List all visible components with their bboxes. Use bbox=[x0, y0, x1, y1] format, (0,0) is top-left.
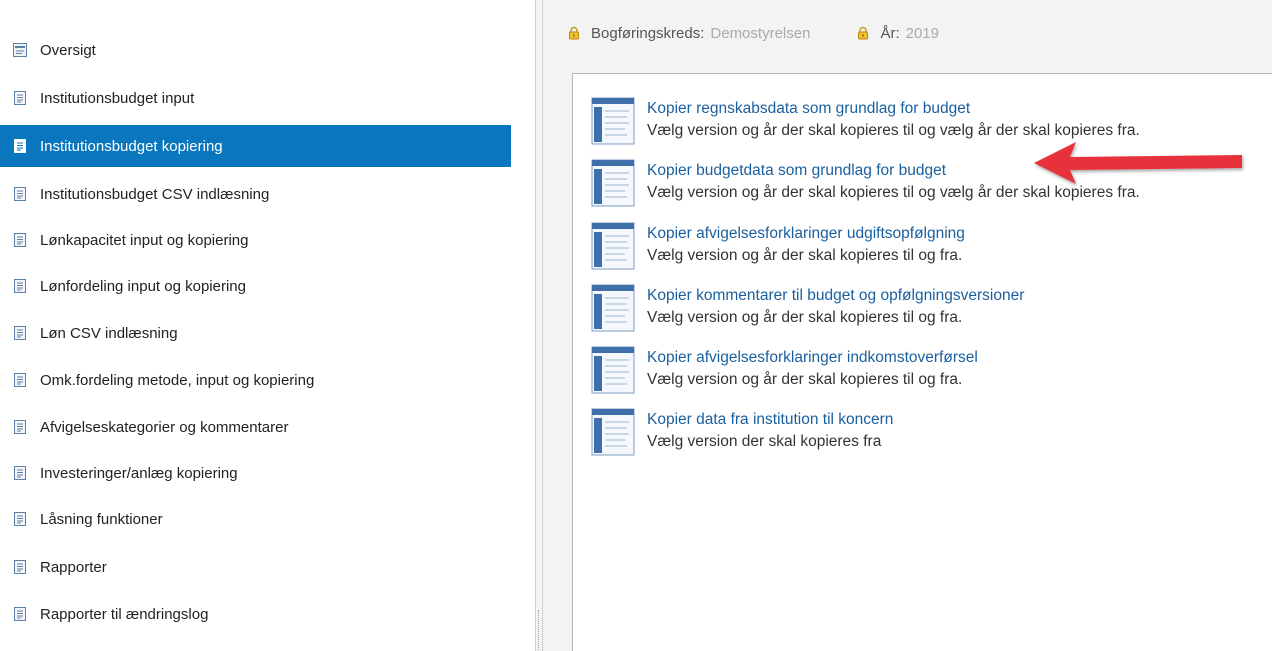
task-title-link[interactable]: Kopier data fra institution til koncern bbox=[647, 409, 893, 431]
document-icon bbox=[12, 138, 28, 154]
sidebar-item-rapporter-aendringslog[interactable]: Rapporter til ændringslog bbox=[0, 593, 511, 635]
task-title-link[interactable]: Kopier afvigelsesforklaringer udgiftsopf… bbox=[647, 223, 965, 245]
document-icon bbox=[12, 232, 28, 248]
sidebar-item-label: Omk.fordeling metode, input og kopiering bbox=[40, 371, 315, 389]
task-item[interactable]: Kopier kommentarer til budget og opfølgn… bbox=[591, 284, 1271, 340]
context-bar: Bogføringskreds: Demostyrelsen År: 2019 bbox=[567, 22, 985, 44]
sidebar-item-label: Løn CSV indlæsning bbox=[40, 324, 178, 342]
task-description: Vælg version og år der skal kopieres til… bbox=[647, 184, 1140, 201]
bogforingskreds-value: Demostyrelsen bbox=[710, 24, 811, 42]
document-icon bbox=[12, 465, 28, 481]
sidebar-item-omkfordeling[interactable]: Omk.fordeling metode, input og kopiering bbox=[0, 359, 511, 401]
sidebar-item-label: Institutionsbudget input bbox=[40, 89, 195, 107]
sidebar-item-lonkapacitet[interactable]: Lønkapacitet input og kopiering bbox=[0, 219, 511, 261]
form-icon bbox=[12, 42, 28, 58]
task-item[interactable]: Kopier regnskabsdata som grundlag for bu… bbox=[591, 97, 1271, 153]
document-icon bbox=[12, 90, 28, 106]
document-list-icon bbox=[591, 222, 635, 270]
sidebar-item-label: Rapporter til ændringslog bbox=[40, 605, 209, 623]
task-title-link[interactable]: Kopier afvigelsesforklaringer indkomstov… bbox=[647, 347, 978, 369]
splitter-grip[interactable] bbox=[538, 610, 541, 650]
bogforingskreds-context: Bogføringskreds: Demostyrelsen bbox=[567, 25, 810, 42]
task-item[interactable]: Kopier afvigelsesforklaringer indkomstov… bbox=[591, 346, 1271, 402]
sidebar-item-label: Lønfordeling input og kopiering bbox=[40, 277, 246, 295]
document-icon bbox=[12, 278, 28, 294]
document-icon bbox=[12, 372, 28, 388]
document-list-icon bbox=[591, 97, 635, 145]
task-list-panel: Kopier regnskabsdata som grundlag for bu… bbox=[572, 73, 1272, 651]
sidebar-item-label: Oversigt bbox=[40, 41, 96, 59]
sidebar-nav: Oversigt Institutionsbudget input Instit… bbox=[0, 0, 535, 651]
document-icon bbox=[12, 325, 28, 341]
sidebar-item-afvigelseskategorier[interactable]: Afvigelseskategorier og kommentarer bbox=[0, 406, 511, 448]
task-item[interactable]: Kopier afvigelsesforklaringer udgiftsopf… bbox=[591, 222, 1271, 278]
sidebar-item-label: Rapporter bbox=[40, 558, 107, 576]
aar-value: 2019 bbox=[905, 24, 939, 42]
document-list-icon bbox=[591, 159, 635, 207]
sidebar-item-lon-csv[interactable]: Løn CSV indlæsning bbox=[0, 312, 511, 354]
sidebar-item-label: Låsning funktioner bbox=[40, 510, 163, 528]
task-description: Vælg version og år der skal kopieres til… bbox=[647, 247, 963, 264]
document-list-icon bbox=[591, 408, 635, 456]
sidebar-item-institutionsbudget-csv[interactable]: Institutionsbudget CSV indlæsning bbox=[0, 173, 511, 215]
task-title-link[interactable]: Kopier kommentarer til budget og opfølgn… bbox=[647, 285, 1024, 307]
aar-label: År: bbox=[880, 24, 900, 42]
task-description: Vælg version og år der skal kopieres til… bbox=[647, 122, 1140, 139]
task-title-link[interactable]: Kopier budgetdata som grundlag for budge… bbox=[647, 160, 1140, 182]
document-icon bbox=[12, 186, 28, 202]
sidebar-item-institutionsbudget-input[interactable]: Institutionsbudget input bbox=[0, 77, 511, 119]
task-title-link[interactable]: Kopier regnskabsdata som grundlag for bu… bbox=[647, 98, 1140, 120]
sidebar-item-rapporter[interactable]: Rapporter bbox=[0, 546, 511, 588]
sidebar-item-lonfordeling[interactable]: Lønfordeling input og kopiering bbox=[0, 265, 511, 307]
sidebar-item-label: Investeringer/anlæg kopiering bbox=[40, 464, 238, 482]
document-icon bbox=[12, 606, 28, 622]
bogforingskreds-label: Bogføringskreds: bbox=[591, 24, 705, 42]
task-item[interactable]: Kopier data fra institution til koncern … bbox=[591, 408, 1271, 464]
sidebar-item-institutionsbudget-kopiering[interactable]: Institutionsbudget kopiering bbox=[0, 125, 511, 167]
document-icon bbox=[12, 419, 28, 435]
task-description: Vælg version der skal kopieres fra bbox=[647, 433, 882, 450]
sidebar-item-investeringer[interactable]: Investeringer/anlæg kopiering bbox=[0, 452, 511, 494]
lock-icon bbox=[856, 26, 870, 40]
sidebar-item-label: Institutionsbudget CSV indlæsning bbox=[40, 185, 270, 203]
sidebar-item-label: Lønkapacitet input og kopiering bbox=[40, 231, 249, 249]
sidebar-item-lasning[interactable]: Låsning funktioner bbox=[0, 498, 511, 540]
lock-icon bbox=[567, 26, 581, 40]
document-icon bbox=[12, 511, 28, 527]
document-list-icon bbox=[591, 284, 635, 332]
sidebar-item-label: Institutionsbudget kopiering bbox=[40, 137, 223, 155]
document-icon bbox=[12, 559, 28, 575]
main-panel: Bogføringskreds: Demostyrelsen År: 2019 … bbox=[543, 0, 1272, 651]
task-item[interactable]: Kopier budgetdata som grundlag for budge… bbox=[591, 159, 1271, 215]
panel-splitter[interactable] bbox=[535, 0, 543, 651]
sidebar-item-label: Afvigelseskategorier og kommentarer bbox=[40, 418, 289, 436]
task-description: Vælg version og år der skal kopieres til… bbox=[647, 309, 963, 326]
document-list-icon bbox=[591, 346, 635, 394]
sidebar-item-oversigt[interactable]: Oversigt bbox=[0, 29, 511, 71]
aar-context: År: 2019 bbox=[856, 25, 939, 42]
task-description: Vælg version og år der skal kopieres til… bbox=[647, 371, 963, 388]
